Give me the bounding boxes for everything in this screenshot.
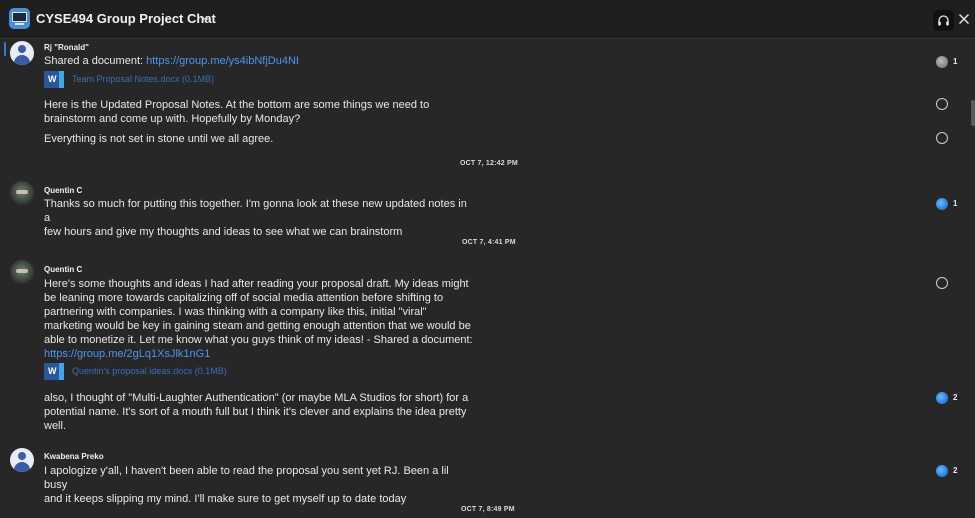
- chat-title[interactable]: CYSE494 Group Project Chat: [36, 11, 216, 26]
- timestamp: OCT 7, 4:41 PM: [462, 239, 516, 246]
- like-count: 1: [953, 199, 958, 208]
- avatar[interactable]: [10, 448, 34, 472]
- like-button[interactable]: [936, 132, 966, 146]
- attachment-name[interactable]: Quentin's proposal ideas.docx (0.1MB): [72, 366, 227, 376]
- avatar[interactable]: [10, 41, 34, 65]
- message-text: Everything is not set in stone until we …: [44, 133, 274, 145]
- like-icon: [936, 277, 948, 289]
- avatar[interactable]: [10, 260, 34, 284]
- timestamp: OCT 7, 12:42 PM: [460, 160, 518, 167]
- scrollbar-thumb[interactable]: [971, 100, 975, 126]
- like-count: 2: [953, 393, 958, 402]
- word-doc-icon: W: [44, 363, 64, 380]
- chat-header: CYSE494 Group Project Chat: [0, 0, 975, 39]
- like-icon: [936, 465, 948, 477]
- like-button[interactable]: 1: [936, 198, 966, 212]
- sender-name[interactable]: Rj "Ronald": [44, 43, 89, 52]
- chevron-down-icon[interactable]: [201, 14, 209, 22]
- like-count: 1: [953, 57, 958, 66]
- monitor-icon[interactable]: [9, 8, 30, 29]
- message-text: Shared a document: https://group.me/ys4i…: [44, 55, 299, 67]
- like-icon: [936, 132, 948, 144]
- like-icon: [936, 392, 948, 404]
- like-button[interactable]: 2: [936, 392, 966, 406]
- message-text: Here's some thoughts and ideas I had aft…: [44, 278, 473, 360]
- message-text: Here is the Updated Proposal Notes. At t…: [44, 99, 430, 125]
- timestamp: OCT 7, 8:49 PM: [461, 506, 515, 513]
- call-button[interactable]: [933, 10, 954, 31]
- word-doc-icon: W: [44, 71, 64, 88]
- like-icon: [936, 56, 948, 68]
- like-button[interactable]: [936, 277, 966, 291]
- like-button[interactable]: [936, 98, 966, 112]
- document-link[interactable]: https://group.me/2gLq1XsJlk1nG1: [44, 348, 210, 360]
- message-text: also, I thought of "Multi-Laughter Authe…: [44, 392, 469, 432]
- message-text: Thanks so much for putting this together…: [44, 198, 467, 238]
- sender-name[interactable]: Quentin C: [44, 265, 82, 274]
- document-link[interactable]: https://group.me/ys4ibNfjDu4NI: [146, 55, 299, 67]
- avatar[interactable]: [10, 181, 34, 205]
- headset-icon: [938, 15, 949, 26]
- like-count: 2: [953, 466, 958, 475]
- like-icon: [936, 98, 948, 110]
- message-text: I apologize y'all, I haven't been able t…: [44, 465, 449, 505]
- sender-name[interactable]: Kwabena Preko: [44, 452, 104, 461]
- attachment-name[interactable]: Team Proposal Notes.docx (0.1MB): [72, 74, 214, 84]
- unread-marker: [4, 42, 6, 56]
- like-button[interactable]: 2: [936, 465, 966, 479]
- like-button[interactable]: 1: [936, 56, 966, 70]
- like-icon: [936, 198, 948, 210]
- sender-name[interactable]: Quentin C: [44, 186, 82, 195]
- close-icon[interactable]: [958, 13, 970, 25]
